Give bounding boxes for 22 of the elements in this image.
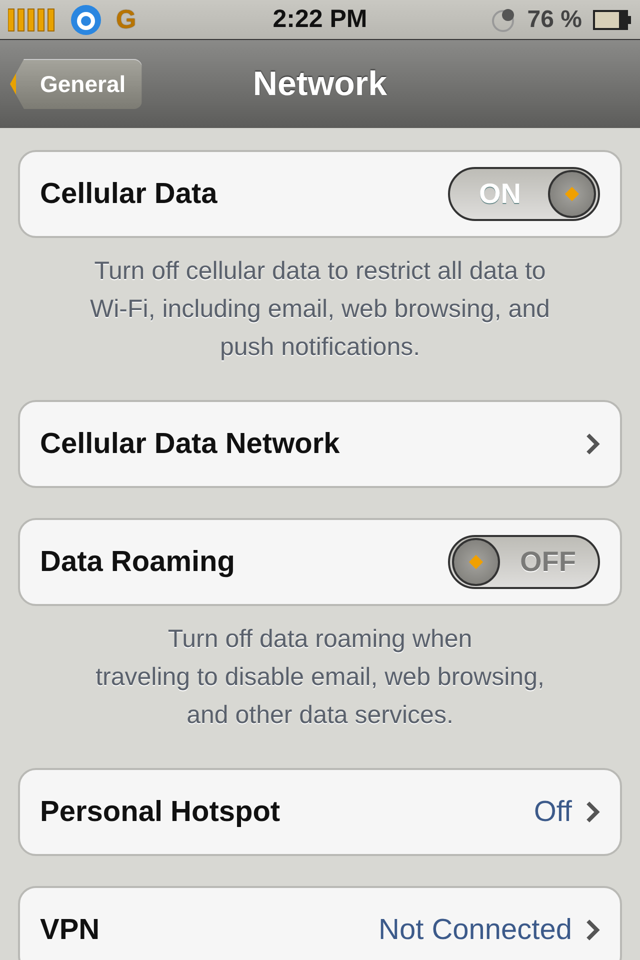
signal-icon — [8, 6, 56, 32]
row-label: Cellular Data — [40, 178, 218, 210]
network-type: G — [116, 4, 136, 35]
chevron-icon — [586, 919, 600, 941]
battery-percent: 76 % — [527, 6, 582, 34]
row-label: Cellular Data Network — [40, 428, 340, 460]
row-label: Personal Hotspot — [40, 796, 280, 828]
row-label: VPN — [40, 914, 100, 946]
row-label: Data Roaming — [40, 546, 235, 578]
footer-text: Turn off data roaming when traveling to disable email, web browsing, and other data services. — [94, 624, 546, 731]
chevron-icon — [586, 433, 600, 455]
settings-row[interactable]: VPN Not Connected — [20, 888, 620, 960]
footer-text: Turn off cellular data to restrict all data to Wi-Fi, including email, web browsing, and push notifications. — [89, 256, 551, 363]
settings-row[interactable]: Personal Hotspot Off — [20, 770, 620, 854]
row-value: Not Connected — [378, 914, 572, 946]
battery-icon — [592, 8, 632, 30]
nav-title: Network — [252, 64, 388, 102]
circle-app-icon — [70, 4, 102, 36]
settings-row[interactable]: Cellular Data Network — [20, 402, 620, 486]
status-time: 2:22 PM — [272, 5, 368, 33]
row-value: Off — [534, 796, 572, 828]
chevron-icon — [586, 801, 600, 823]
